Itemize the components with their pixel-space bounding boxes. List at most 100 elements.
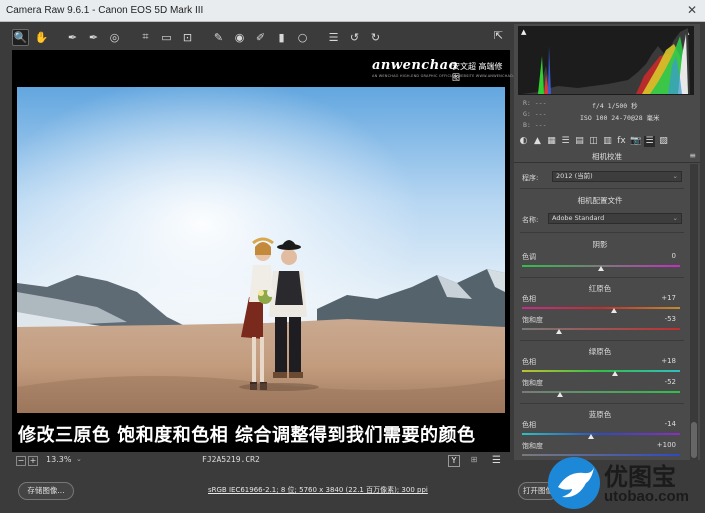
transform-tool-icon[interactable]: ⊡ xyxy=(179,29,196,46)
green-hue-value[interactable]: +18 xyxy=(661,357,676,365)
targeted-adjustment-tool-icon[interactable]: ◎ xyxy=(106,29,123,46)
color-sampler-tool-icon[interactable]: ✒ xyxy=(85,29,102,46)
panel-tab-icon[interactable]: ▦ xyxy=(546,136,557,147)
green-hue-slider[interactable] xyxy=(522,370,680,372)
zoom-in-button[interactable]: + xyxy=(28,456,38,466)
adjustment-panel: ▲ ▲ R: --- G: --- B: --- f/4 1/500 秒 ISO… xyxy=(514,24,700,460)
green-sat-slider[interactable] xyxy=(522,391,680,393)
name-label: 名称: xyxy=(522,216,539,224)
blue-readout: B: --- xyxy=(523,121,547,129)
panel-tab-icon[interactable]: ☰ xyxy=(560,136,571,147)
radial-filter-tool-icon[interactable]: ○ xyxy=(294,29,311,46)
zoom-tool-icon[interactable]: 🔍 xyxy=(12,28,29,46)
panel-tab-icon[interactable]: ▨ xyxy=(658,136,669,147)
shadow-tint-value[interactable]: 0 xyxy=(672,252,676,260)
red-readout: R: --- xyxy=(523,99,547,107)
profile-value: Adobe Standard xyxy=(552,214,605,222)
red-sat-value[interactable]: -53 xyxy=(665,315,676,323)
compare-icon[interactable]: ⊞ xyxy=(464,455,484,467)
photo-illustration xyxy=(17,87,505,413)
toolbar: 🔍 ✋ ✒ ✒ ◎ ⌗ ▭ ⊡ ✎ ◉ ✐ ▮ ○ ☰ ↺ ↻ xyxy=(12,27,510,47)
image-preview[interactable]: anwenchao 安文超 高端修图 AN WENCHAO HIGH-END G… xyxy=(12,50,523,452)
red-sat-label: 饱和度 xyxy=(522,316,543,324)
process-select[interactable]: 2012 (当前) ⌄ xyxy=(552,171,682,182)
red-hue-value[interactable]: +17 xyxy=(661,294,676,302)
close-icon[interactable]: ✕ xyxy=(685,3,699,17)
panel-tab-icon[interactable]: ▲ xyxy=(532,136,543,147)
slider-thumb[interactable] xyxy=(588,434,594,439)
shadows-section-title: 阴影 xyxy=(592,240,608,249)
preview-settings-icon[interactable]: ☰ xyxy=(492,455,501,466)
green-sat-value[interactable]: -52 xyxy=(665,378,676,386)
status-bar: − + 13.3% ⌄ FJ2A5219.CR2 Y ⊞ ☰ xyxy=(12,454,510,468)
photo xyxy=(17,87,505,413)
watermark-text: 优图宝 xyxy=(604,463,676,491)
panel-tab-icon[interactable]: ▥ xyxy=(602,136,613,147)
red-eye-tool-icon[interactable]: ◉ xyxy=(231,29,248,46)
straighten-tool-icon[interactable]: ▭ xyxy=(158,29,175,46)
zoom-out-button[interactable]: − xyxy=(16,456,26,466)
panel-tab-icon[interactable]: ◫ xyxy=(588,136,599,147)
rotate-cw-tool-icon[interactable]: ↻ xyxy=(367,29,384,46)
white-balance-tool-icon[interactable]: ✒ xyxy=(64,29,81,46)
profile-select[interactable]: Adobe Standard ⌄ xyxy=(548,213,682,224)
panel-tab-icon[interactable]: ▤ xyxy=(574,136,585,147)
panel-menu-icon[interactable]: ≡ xyxy=(689,151,696,160)
chevron-down-icon: ⌄ xyxy=(672,172,678,180)
open-dialog-icon[interactable]: ⇱ xyxy=(490,27,507,44)
green-readout: G: --- xyxy=(523,110,547,118)
bird-icon xyxy=(558,467,594,498)
chevron-down-icon[interactable]: ⌄ xyxy=(76,455,82,463)
panel-tab-icon[interactable]: ◐ xyxy=(518,136,529,147)
blue-sat-label: 饱和度 xyxy=(522,442,543,450)
panel-title: 相机校准 xyxy=(514,151,700,163)
blue-section-title: 蓝原色 xyxy=(588,410,612,419)
panel-scrollbar[interactable] xyxy=(690,164,698,460)
spot-removal-tool-icon[interactable]: ✎ xyxy=(210,29,227,46)
filename: FJ2A5219.CR2 xyxy=(202,455,260,464)
panel-tab-icon[interactable]: fx xyxy=(616,136,627,147)
panel-tab-icon[interactable]: 📷 xyxy=(630,136,641,147)
slider-thumb[interactable] xyxy=(611,308,617,313)
iso-lens-info: ISO 100 24-70@28 毫米 xyxy=(580,114,660,122)
watermark-bird-icon xyxy=(548,457,600,509)
scrollbar-thumb[interactable] xyxy=(691,422,697,458)
zoom-level-select[interactable]: 13.3% xyxy=(46,455,71,464)
overlay-caption: 修改三原色 饱和度和色相 综合调整得到我们需要的颜色 xyxy=(18,425,476,446)
red-sat-slider[interactable] xyxy=(522,328,680,330)
divider xyxy=(520,232,684,233)
shadow-tint-label: 色调 xyxy=(522,253,536,261)
divider xyxy=(520,340,684,341)
graduated-filter-tool-icon[interactable]: ▮ xyxy=(273,29,290,46)
brand-cn: 安文超 高端修图 xyxy=(452,62,503,82)
blue-sat-value[interactable]: +100 xyxy=(657,441,676,449)
green-section-title: 绿原色 xyxy=(588,347,612,356)
panel-tab-icon[interactable]: ☰ xyxy=(644,136,655,147)
divider xyxy=(520,277,684,278)
red-section-title: 红原色 xyxy=(588,284,612,293)
adjustment-brush-tool-icon[interactable]: ✐ xyxy=(252,29,269,46)
slider-thumb[interactable] xyxy=(612,371,618,376)
crop-tool-icon[interactable]: ⌗ xyxy=(137,29,154,46)
camera-calibration-panel: 程序: 2012 (当前) ⌄ 相机配置文件 名称: Adobe Standar… xyxy=(514,164,700,460)
blue-hue-label: 色相 xyxy=(522,421,536,429)
rotate-ccw-tool-icon[interactable]: ↺ xyxy=(346,29,363,46)
red-hue-label: 色相 xyxy=(522,295,536,303)
before-after-toggle[interactable]: Y xyxy=(448,455,460,467)
pixel-readout: R: --- G: --- B: --- f/4 1/500 秒 ISO 100… xyxy=(518,98,694,130)
blue-hue-value[interactable]: -14 xyxy=(665,420,676,428)
watermark: 优图宝 utobao.com xyxy=(548,455,703,511)
red-hue-slider[interactable] xyxy=(522,307,680,309)
slider-thumb[interactable] xyxy=(598,266,604,271)
save-image-button[interactable]: 存储图像... xyxy=(18,482,74,500)
hand-tool-icon[interactable]: ✋ xyxy=(33,29,50,46)
process-label: 程序: xyxy=(522,174,539,182)
slider-thumb[interactable] xyxy=(556,329,562,334)
exposure-info: f/4 1/500 秒 xyxy=(592,102,638,110)
blue-hue-slider[interactable] xyxy=(522,433,680,435)
brand-tagline: AN WENCHAO HIGH-END GRAPHIC OFFICIAL WEB… xyxy=(372,74,523,78)
preferences-tool-icon[interactable]: ☰ xyxy=(325,29,342,46)
workflow-options-link[interactable]: sRGB IEC61966-2.1; 8 位; 5760 x 3840 (22.… xyxy=(208,485,428,495)
slider-thumb[interactable] xyxy=(557,392,563,397)
process-value: 2012 (当前) xyxy=(556,172,593,180)
